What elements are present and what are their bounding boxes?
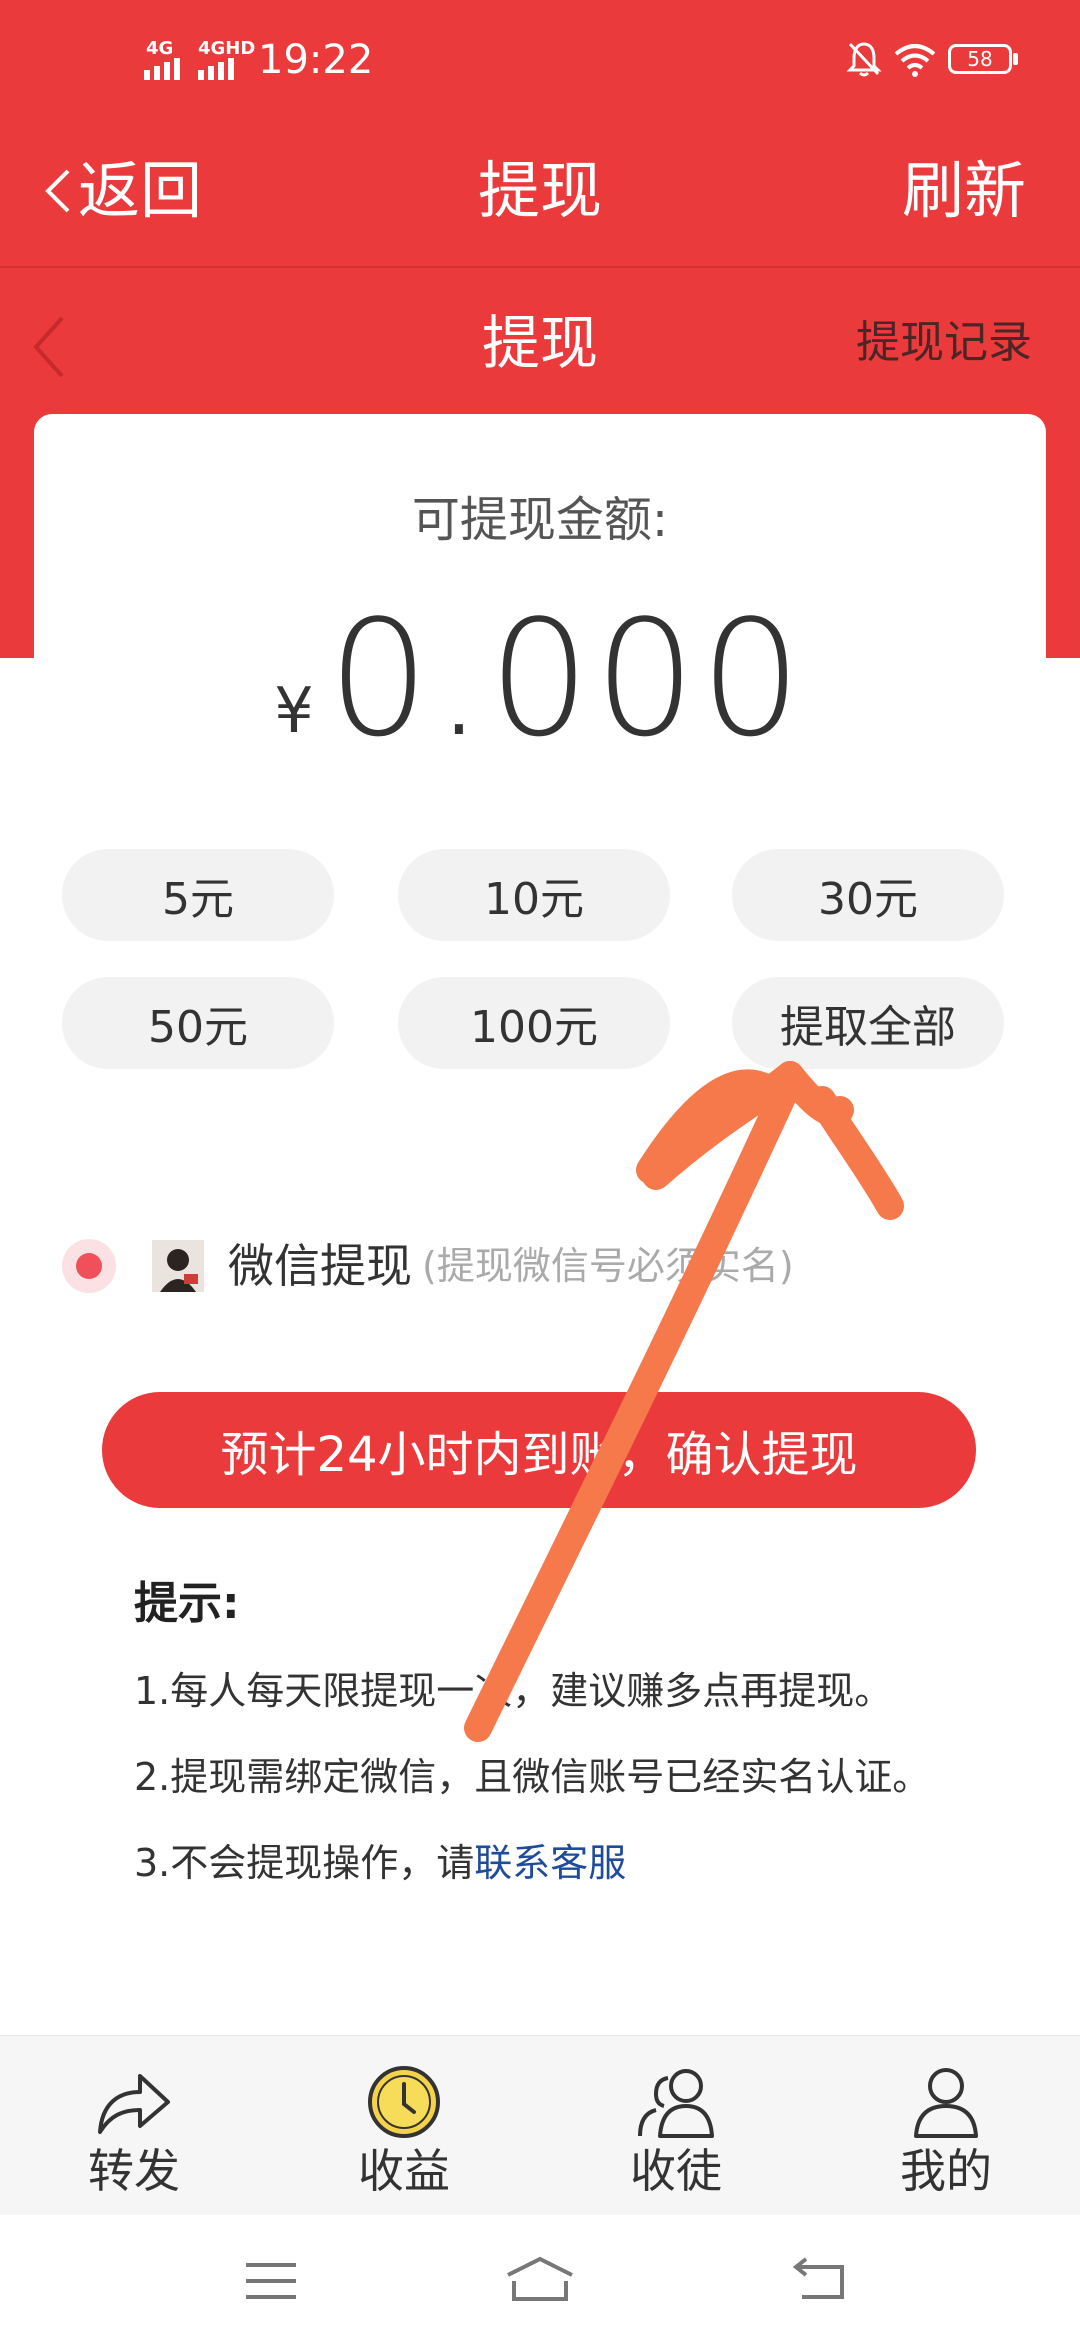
tips-section: 提示: 1.每人每天限提现一次，建议赚多点再提现。 2.提现需绑定微信，且微信账… [134,1578,954,1886]
nav-label-mine: 我的 [900,2144,992,2198]
share-icon [98,2074,170,2134]
tip-item-3-text: 3.不会提现操作，请 [134,1841,475,1885]
wechat-withdraw-note: (提现微信号必须实名) [422,1244,794,1288]
radio-dot [76,1253,102,1279]
amount-option-100[interactable]: 100元 [398,977,670,1069]
balance-amount: 0.000 [327,585,806,772]
confirm-withdraw-button[interactable]: 预计24小时内到账，确认提现 [102,1392,976,1508]
currency-symbol: ¥ [274,674,314,747]
contact-service-link[interactable]: 联系客服 [474,1841,626,1885]
users-icon [638,2069,714,2138]
amount-option-10[interactable]: 10元 [398,849,670,941]
signal-icon-2 [198,58,234,80]
nav-label-apprentice: 收徒 [630,2144,722,2198]
user-icon [914,2068,978,2138]
battery-icon: 58 [948,44,1012,74]
system-nav [0,2215,1080,2340]
amount-option-5[interactable]: 5元 [62,849,334,941]
battery-level: 58 [967,47,993,71]
nav-label-earnings: 收益 [358,2144,450,2198]
user-avatar-icon [152,1240,204,1292]
wechat-withdraw-label: 微信提现 [228,1239,412,1293]
menu-icon[interactable] [244,2261,298,2301]
clock-icon [368,2066,440,2138]
wechat-withdraw-option[interactable]: 微信提现 (提现微信号必须实名) [62,1238,794,1294]
bottom-nav: 转发 收益 收徒 我的 [0,2035,1080,2216]
tip-item-3: 3.不会提现操作，请联系客服 [134,1840,954,1886]
available-amount-label: 可提现金额: [411,492,669,548]
amount-option-50[interactable]: 50元 [62,977,334,1069]
status-bar: 4G 4GHD 19:22 58 [0,0,1080,120]
nav-label-share: 转发 [88,2144,180,2198]
battery-tip [1013,53,1018,65]
clock-time: 19:22 [258,37,374,83]
wifi-icon [894,44,936,77]
amount-option-30[interactable]: 30元 [732,849,1004,941]
mute-bell-icon [846,42,882,77]
arrow-head-right [808,1086,904,1220]
back-nav-icon[interactable] [792,2257,850,2303]
amount-option-all[interactable]: 提取全部 [732,977,1004,1069]
balance-display: ¥ 0.000 [34,594,1046,764]
withdraw-records-link[interactable]: 提现记录 [856,318,1032,368]
app-header: 返回 提现 刷新 [0,120,1080,266]
signal-icon [144,58,180,80]
home-icon[interactable] [504,2255,576,2303]
tip-item-2: 2.提现需绑定微信，且微信账号已经实名认证。 [134,1755,931,1799]
tip-item-1: 1.每人每天限提现一次，建议赚多点再提现。 [134,1669,893,1713]
tips-title: 提示: [134,1578,240,1629]
refresh-button[interactable]: 刷新 [902,156,1026,226]
radio-selected[interactable] [62,1239,116,1293]
